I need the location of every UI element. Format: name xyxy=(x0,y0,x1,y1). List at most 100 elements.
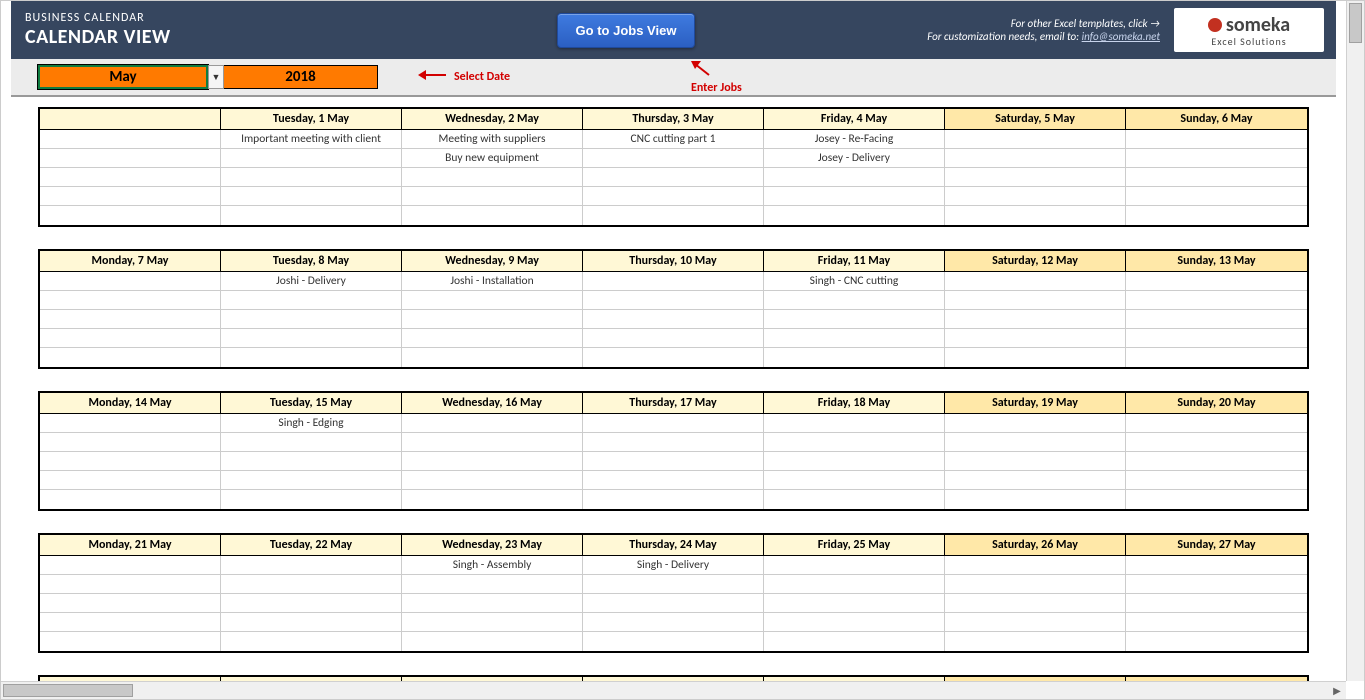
job-cell[interactable] xyxy=(1126,149,1307,168)
job-cell[interactable] xyxy=(402,613,583,632)
job-cell[interactable] xyxy=(402,433,583,452)
job-cell[interactable] xyxy=(40,414,221,433)
job-cell[interactable] xyxy=(945,490,1126,509)
job-cell[interactable] xyxy=(1126,168,1307,187)
job-cell[interactable] xyxy=(40,329,221,348)
job-cell[interactable] xyxy=(1126,130,1307,149)
job-cell[interactable] xyxy=(402,414,583,433)
month-dropdown-arrow[interactable]: ▼ xyxy=(208,65,224,89)
job-cell[interactable] xyxy=(402,348,583,367)
job-cell[interactable] xyxy=(40,206,221,225)
job-cell[interactable] xyxy=(583,594,764,613)
job-cell[interactable] xyxy=(221,206,402,225)
day-header[interactable]: Tuesday, 8 May xyxy=(221,251,402,272)
job-cell[interactable] xyxy=(764,575,945,594)
job-cell[interactable] xyxy=(1126,471,1307,490)
day-header[interactable]: Tuesday, 22 May xyxy=(221,535,402,556)
job-cell[interactable] xyxy=(40,291,221,310)
job-cell[interactable]: Buy new equipment xyxy=(402,149,583,168)
job-cell[interactable] xyxy=(945,594,1126,613)
job-cell[interactable] xyxy=(764,471,945,490)
job-cell[interactable]: Singh - Assembly xyxy=(402,556,583,575)
job-cell[interactable] xyxy=(1126,556,1307,575)
day-header[interactable]: Saturday, 5 May xyxy=(945,109,1126,130)
job-cell[interactable] xyxy=(221,632,402,651)
job-cell[interactable]: Josey - Delivery xyxy=(764,149,945,168)
job-cell[interactable] xyxy=(402,329,583,348)
job-cell[interactable] xyxy=(764,632,945,651)
job-cell[interactable] xyxy=(221,556,402,575)
day-header[interactable]: Wednesday, 9 May xyxy=(402,251,583,272)
job-cell[interactable] xyxy=(945,149,1126,168)
day-header[interactable]: Friday, 11 May xyxy=(764,251,945,272)
day-header[interactable]: Saturday, 19 May xyxy=(945,393,1126,414)
job-cell[interactable] xyxy=(1126,187,1307,206)
day-header[interactable]: Sunday, 20 May xyxy=(1126,393,1307,414)
day-header[interactable] xyxy=(40,109,221,130)
job-cell[interactable] xyxy=(40,575,221,594)
scroll-right-icon[interactable]: ▶ xyxy=(1328,682,1346,699)
job-cell[interactable] xyxy=(583,348,764,367)
day-header[interactable]: Wednesday, 16 May xyxy=(402,393,583,414)
job-cell[interactable] xyxy=(583,272,764,291)
job-cell[interactable] xyxy=(221,452,402,471)
job-cell[interactable] xyxy=(583,490,764,509)
job-cell[interactable] xyxy=(583,149,764,168)
job-cell[interactable] xyxy=(402,206,583,225)
job-cell[interactable] xyxy=(945,272,1126,291)
job-cell[interactable] xyxy=(40,490,221,509)
job-cell[interactable] xyxy=(945,632,1126,651)
contact-email-link[interactable]: info@someka.net xyxy=(1082,30,1160,43)
day-header[interactable]: Thursday, 3 May xyxy=(583,109,764,130)
job-cell[interactable] xyxy=(583,168,764,187)
day-header[interactable]: Sunday, 6 May xyxy=(1126,109,1307,130)
job-cell[interactable] xyxy=(764,310,945,329)
job-cell[interactable] xyxy=(583,310,764,329)
job-cell[interactable] xyxy=(40,632,221,651)
job-cell[interactable] xyxy=(402,452,583,471)
job-cell[interactable] xyxy=(764,452,945,471)
job-cell[interactable] xyxy=(945,433,1126,452)
job-cell[interactable] xyxy=(583,575,764,594)
job-cell[interactable] xyxy=(1126,310,1307,329)
job-cell[interactable] xyxy=(402,490,583,509)
job-cell[interactable] xyxy=(402,310,583,329)
go-to-jobs-button[interactable]: Go to Jobs View xyxy=(557,13,696,48)
job-cell[interactable] xyxy=(221,168,402,187)
job-cell[interactable]: CNC cutting part 1 xyxy=(583,130,764,149)
job-cell[interactable]: Joshi - Installation xyxy=(402,272,583,291)
job-cell[interactable] xyxy=(945,187,1126,206)
job-cell[interactable] xyxy=(945,329,1126,348)
job-cell[interactable] xyxy=(764,556,945,575)
job-cell[interactable] xyxy=(221,149,402,168)
year-cell[interactable]: 2018 xyxy=(224,65,378,89)
job-cell[interactable] xyxy=(764,414,945,433)
day-header[interactable]: Thursday, 17 May xyxy=(583,393,764,414)
day-header[interactable]: Friday, 18 May xyxy=(764,393,945,414)
job-cell[interactable]: Singh - Edging xyxy=(221,414,402,433)
job-cell[interactable] xyxy=(402,632,583,651)
job-cell[interactable] xyxy=(1126,348,1307,367)
vertical-scrollbar-thumb[interactable] xyxy=(1349,3,1362,43)
job-cell[interactable] xyxy=(583,291,764,310)
job-cell[interactable] xyxy=(402,187,583,206)
job-cell[interactable] xyxy=(1126,490,1307,509)
job-cell[interactable] xyxy=(221,575,402,594)
job-cell[interactable] xyxy=(221,471,402,490)
job-cell[interactable] xyxy=(221,594,402,613)
job-cell[interactable] xyxy=(221,613,402,632)
job-cell[interactable] xyxy=(1126,575,1307,594)
job-cell[interactable] xyxy=(40,187,221,206)
day-header[interactable]: Wednesday, 2 May xyxy=(402,109,583,130)
job-cell[interactable] xyxy=(583,187,764,206)
job-cell[interactable] xyxy=(40,433,221,452)
job-cell[interactable] xyxy=(945,168,1126,187)
job-cell[interactable] xyxy=(402,471,583,490)
job-cell[interactable] xyxy=(583,632,764,651)
job-cell[interactable] xyxy=(1126,272,1307,291)
job-cell[interactable] xyxy=(221,329,402,348)
job-cell[interactable] xyxy=(945,206,1126,225)
job-cell[interactable] xyxy=(40,149,221,168)
job-cell[interactable]: Singh - CNC cutting xyxy=(764,272,945,291)
day-header[interactable]: Friday, 25 May xyxy=(764,535,945,556)
